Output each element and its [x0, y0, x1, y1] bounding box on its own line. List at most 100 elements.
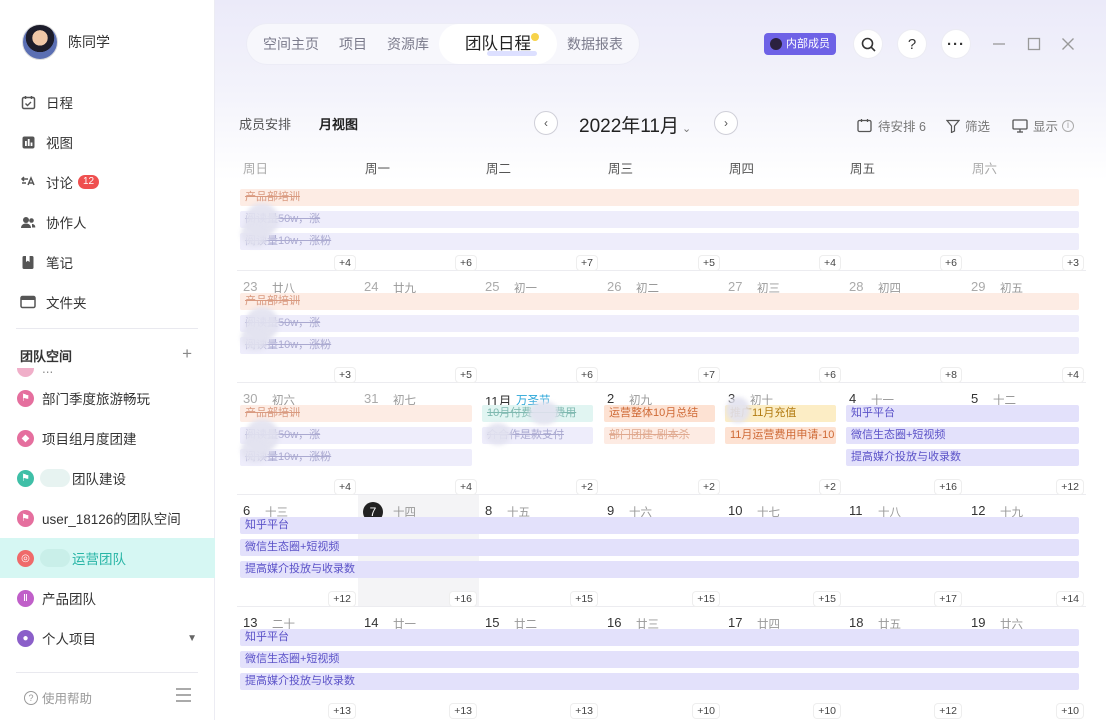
event-bar[interactable]: 阅读量10w，涨粉 — [240, 449, 472, 466]
day-number[interactable]: 11 — [849, 503, 863, 518]
event-bar[interactable]: 产品部培训 — [240, 189, 1079, 206]
day-number[interactable]: 13 — [243, 615, 257, 630]
day-number[interactable]: 9 — [607, 503, 614, 518]
team-item[interactable]: ◆ 项目组月度团建 — [0, 418, 215, 458]
more-events-button[interactable]: +6 — [577, 368, 597, 382]
more-events-button[interactable]: +3 — [335, 368, 355, 382]
more-events-button[interactable]: +4 — [820, 256, 840, 270]
more-events-button[interactable]: +6 — [820, 368, 840, 382]
event-bar[interactable]: 提高媒介投放与收录数 — [240, 561, 1079, 578]
event-bar[interactable]: 部门团建-剧本杀 — [604, 427, 715, 444]
filter-button[interactable]: 筛选 — [946, 116, 990, 135]
user-profile[interactable]: 陈同学 — [22, 24, 110, 60]
day-number[interactable]: 28 — [849, 279, 863, 294]
menu-icon[interactable] — [176, 688, 191, 702]
day-number[interactable]: 2 — [607, 391, 614, 406]
team-item-active[interactable]: ◎ 运营团队 — [0, 538, 215, 578]
more-events-button[interactable]: +5 — [456, 368, 476, 382]
more-events-button[interactable]: +2 — [699, 480, 719, 494]
day-number[interactable]: 18 — [849, 615, 863, 630]
more-events-button[interactable]: +16 — [935, 480, 961, 494]
sidebar-item-collaborators[interactable]: 协作人 — [0, 202, 215, 242]
day-number[interactable]: 24 — [364, 279, 378, 294]
sidebar-item-views[interactable]: 视图 — [0, 122, 215, 162]
event-bar[interactable]: 阅读量10w，涨粉 — [240, 337, 1079, 354]
avatar[interactable] — [22, 24, 58, 60]
chevron-down-icon[interactable]: ▼ — [187, 633, 197, 644]
tab-projects[interactable]: 项目 — [329, 24, 377, 64]
more-events-button[interactable]: +4 — [335, 256, 355, 270]
more-events-button[interactable]: +17 — [935, 592, 961, 606]
tab-team-schedule[interactable]: 团队日程 — [439, 24, 557, 64]
event-bar[interactable]: 微信生态圈+短视频 — [240, 539, 1079, 556]
sidebar-item-folders[interactable]: 文件夹 — [0, 282, 215, 322]
day-number[interactable]: 25 — [485, 279, 499, 294]
day-number[interactable]: 27 — [728, 279, 742, 294]
prev-month-button[interactable]: ‹ — [534, 111, 558, 135]
event-bar[interactable]: 微信生态圈+短视频 — [240, 651, 1079, 668]
tab-reports[interactable]: 数据报表 — [557, 24, 633, 64]
more-events-button[interactable]: +15 — [693, 592, 719, 606]
event-bar[interactable]: 知乎平台 — [240, 517, 1079, 534]
more-events-button[interactable]: +12 — [935, 704, 961, 718]
more-events-button[interactable]: +6 — [941, 256, 961, 270]
member-badge[interactable]: 内部成员 — [764, 33, 836, 55]
display-button[interactable]: 显示 i — [1012, 116, 1075, 135]
more-events-button[interactable]: +8 — [941, 368, 961, 382]
team-item[interactable]: ⚑ 团队建设 — [0, 458, 215, 498]
event-bar[interactable]: 产品部培训 — [240, 405, 472, 422]
more-events-button[interactable]: +10 — [693, 704, 719, 718]
event-bar[interactable]: 运营整体10月总结 — [604, 405, 715, 422]
day-number[interactable]: 31 — [364, 391, 378, 406]
close-button[interactable] — [1056, 32, 1080, 56]
sidebar-item-discussion[interactable]: 讨论 12 — [0, 162, 215, 202]
more-events-button[interactable]: +6 — [456, 256, 476, 270]
day-number[interactable]: 5 — [971, 391, 978, 406]
event-bar[interactable]: 产品部培训 — [240, 293, 1079, 310]
more-events-button[interactable]: +13 — [571, 704, 597, 718]
add-team-button[interactable]: + — [182, 344, 192, 364]
day-number[interactable]: 8 — [485, 503, 492, 518]
day-number[interactable]: 29 — [971, 279, 985, 294]
sidebar-item-notes[interactable]: 笔记 — [0, 242, 215, 282]
sidebar-item-schedule[interactable]: 日程 — [0, 82, 215, 122]
more-events-button[interactable]: +15 — [814, 592, 840, 606]
more-events-button[interactable]: +3 — [1063, 256, 1083, 270]
more-events-button[interactable]: +2 — [577, 480, 597, 494]
day-number[interactable]: 16 — [607, 615, 621, 630]
maximize-button[interactable] — [1022, 32, 1046, 56]
pending-button[interactable]: 待安排 6 — [857, 116, 926, 135]
more-events-button[interactable]: +5 — [699, 256, 719, 270]
tab-member-schedule[interactable]: 成员安排 — [239, 114, 291, 133]
event-bar[interactable]: 阅读量50w，涨 — [240, 211, 1079, 228]
event-bar[interactable]: 11月运营费用申请-10 — [725, 427, 836, 444]
more-events-button[interactable]: +12 — [329, 592, 355, 606]
team-item[interactable]: ⚑ 部门季度旅游畅玩 — [0, 378, 215, 418]
more-events-button[interactable]: +13 — [329, 704, 355, 718]
more-events-button[interactable]: +10 — [814, 704, 840, 718]
event-bar[interactable]: 阅读量50w，涨 — [240, 315, 1079, 332]
day-number[interactable]: 17 — [728, 615, 742, 630]
next-month-button[interactable]: › — [714, 111, 738, 135]
help-button[interactable]: ? — [898, 30, 926, 58]
more-events-button[interactable]: +4 — [456, 480, 476, 494]
day-number[interactable]: 15 — [485, 615, 499, 630]
day-number[interactable]: 14 — [364, 615, 378, 630]
more-events-button[interactable]: +12 — [1057, 480, 1083, 494]
minimize-button[interactable] — [987, 32, 1011, 56]
day-number[interactable]: 6 — [243, 503, 250, 518]
more-events-button[interactable]: +10 — [1057, 704, 1083, 718]
more-events-button[interactable]: +4 — [335, 480, 355, 494]
team-item[interactable]: Ⅱ 产品团队 — [0, 578, 215, 618]
tab-home[interactable]: 空间主页 — [253, 24, 329, 64]
event-bar[interactable]: 阅读量10w，涨粉 — [240, 233, 1079, 250]
team-item[interactable]: ● 个人项目 ▼ — [0, 618, 215, 658]
more-events-button[interactable]: +7 — [577, 256, 597, 270]
event-bar[interactable]: 知乎平台 — [240, 629, 1079, 646]
day-number[interactable]: 10 — [728, 503, 742, 518]
day-number[interactable]: 30 — [243, 391, 257, 406]
day-number[interactable]: 19 — [971, 615, 985, 630]
month-selector[interactable]: 2022年11月 ⌄ — [579, 111, 691, 138]
more-events-button[interactable]: +7 — [699, 368, 719, 382]
day-number[interactable]: 23 — [243, 279, 257, 294]
